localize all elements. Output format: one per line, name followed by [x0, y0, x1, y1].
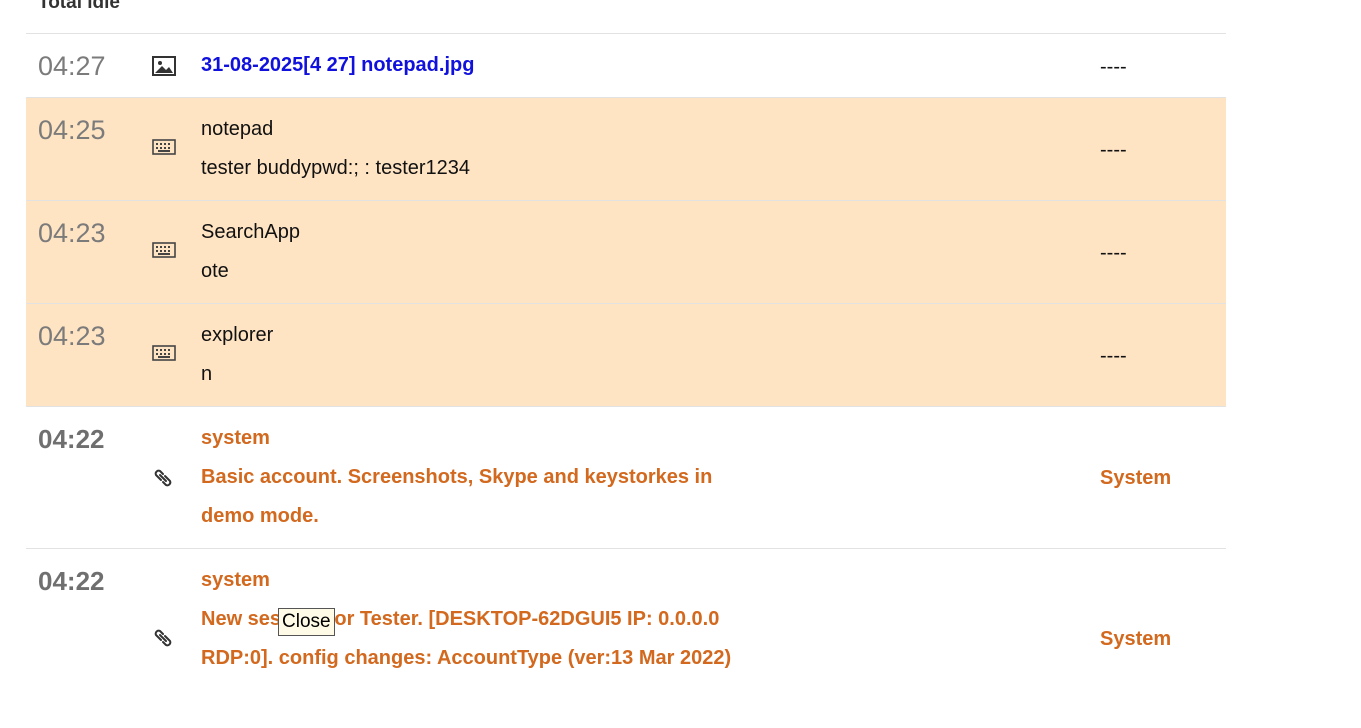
link-icon	[152, 467, 178, 489]
row-time: 04:25	[38, 115, 106, 145]
row-detail: Basic account. Screenshots, Skype and ke…	[201, 466, 713, 527]
row-status: ----	[1100, 56, 1127, 78]
row-status: ----	[1100, 345, 1127, 367]
list-item: 04:25 notepad tester buddypwd:; : tester…	[26, 97, 1226, 200]
list-item: 04:22 system Basic account. Screenshots,…	[26, 406, 1226, 548]
row-time: 04:22	[38, 424, 105, 454]
row-title: SearchApp	[201, 221, 300, 243]
list-item: 04:23 explorer n ----	[26, 303, 1226, 406]
list-item: 04:27 31-08-2025[4 27] notepad.jpg ----	[26, 33, 1226, 97]
row-title: explorer	[201, 324, 274, 346]
row-status: ----	[1100, 242, 1127, 264]
total-idle-label: Total idle	[38, 0, 120, 13]
link-icon	[152, 627, 178, 649]
row-status: System	[1100, 467, 1172, 489]
image-icon	[152, 56, 178, 78]
row-detail: n	[201, 363, 213, 385]
close-tooltip: Close	[278, 608, 335, 636]
list-item: 04:22 system New session for Tester. [DE…	[26, 548, 1226, 728]
row-detail: tester buddypwd:; : tester1234	[201, 157, 471, 179]
keyboard-icon	[152, 139, 178, 161]
row-status: ----	[1100, 139, 1127, 161]
row-title: notepad	[201, 118, 274, 140]
keyboard-icon	[152, 345, 178, 367]
row-time: 04:27	[38, 51, 106, 81]
activity-list: 04:27 31-08-2025[4 27] notepad.jpg ---- …	[26, 33, 1226, 728]
keyboard-icon	[152, 242, 178, 264]
list-item: 04:23 SearchApp ote ----	[26, 200, 1226, 303]
row-time: 04:23	[38, 321, 106, 351]
screenshot-link[interactable]: 31-08-2025[4 27] notepad.jpg	[201, 54, 474, 76]
row-title: system	[201, 569, 270, 591]
row-status: System	[1100, 628, 1172, 650]
row-title: system	[201, 427, 270, 449]
row-time: 04:23	[38, 218, 106, 248]
row-detail: ote	[201, 260, 229, 282]
row-time: 04:22	[38, 566, 105, 596]
